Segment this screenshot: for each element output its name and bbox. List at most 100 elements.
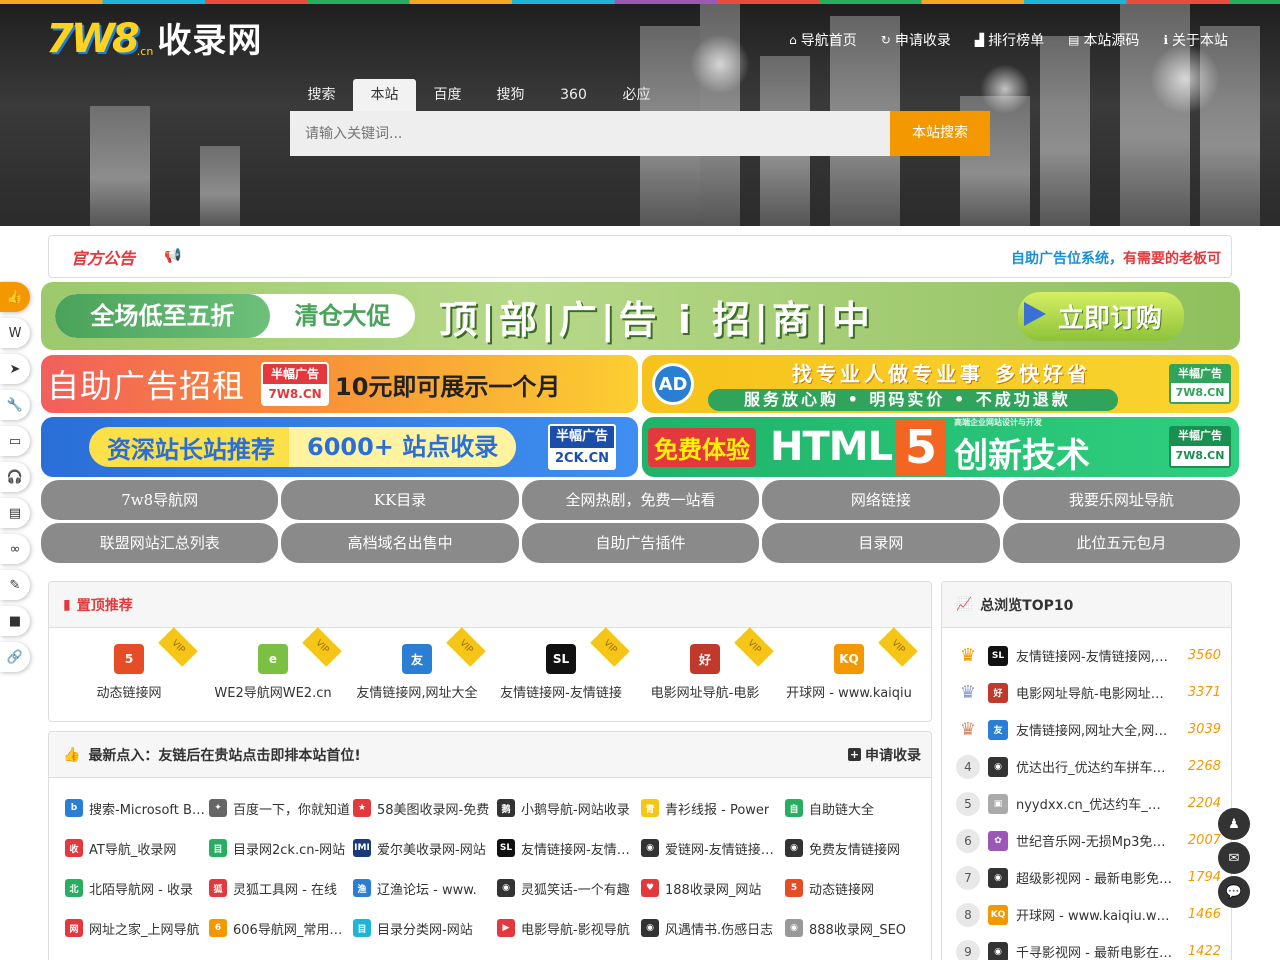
latest-link-item[interactable]: 6 606导航网_常用网址 [209,908,353,948]
nav-item-0[interactable]: ⌂ 导航首页 [789,30,857,50]
nav-item-2[interactable]: ▟ 排行榜单 [975,30,1044,50]
top-ad-cta[interactable]: 立即订购 [1017,291,1184,341]
email-icon[interactable]: ✉ [1218,842,1250,874]
latest-link-name: 青衫线报 - Power [665,802,770,818]
latest-link-item[interactable]: ◉ 灵狐笑话-一个有趣 [497,868,641,908]
link-icon[interactable]: ∞ [0,534,30,564]
book-icon[interactable]: ▤ [0,498,30,528]
send-icon[interactable]: ➤ [0,354,30,384]
latest-link-item[interactable]: 目目录分类网-网站 [353,908,497,948]
search-tab-2[interactable]: 百度 [416,79,479,111]
text-ad-button[interactable]: 全网热剧，免费一站看 [521,480,760,520]
qq-icon[interactable]: ♟ [1218,808,1250,840]
vip-item[interactable]: KQ 开球网 - www.kaiqiu VIP [777,627,921,718]
latest-link-item[interactable]: ◉ 风遇情书.伤感日志 [641,908,785,948]
mid-right-ad[interactable]: AD 找专业人做专业事 多快好省 服务放心购 • 明码实价 • 不成功退款 半幅… [642,355,1239,413]
notice-title: 官方公告 [71,249,136,268]
search-button[interactable]: 本站搜索 [890,111,990,156]
latest-link-item[interactable]: ▶ 电影导航-影视导航 [497,908,641,948]
search-input[interactable] [290,111,890,156]
apply-link[interactable]: + 申请收录 [848,745,921,765]
low-right-ad[interactable]: 免费体验 HTML 5 高端企业网站设计与开发 创新技术 半幅广告 7W8.CN [642,417,1239,477]
vip-item[interactable]: 友友情链接网,网址大全 VIP [345,627,489,718]
latest-link-item[interactable]: ◉ 888收录网_SEO [785,908,929,948]
latest-link-item[interactable]: 自自助链大全 [785,788,929,828]
search-tab-1[interactable]: 本站 [353,79,416,111]
top10-row[interactable]: 6 ✿ 世纪音乐网-无损Mp3免费下载 2007 [942,822,1231,859]
latest-link-item[interactable]: 收 AT导航_收录网 [65,828,209,868]
nav-item-4[interactable]: ℹ 关于本站 [1163,30,1228,50]
latest-link-item[interactable]: SL 友情链接网-友情链接 [497,828,641,868]
search-tab-4[interactable]: 360 [542,79,605,111]
vip-tag-badge: VIP [158,627,198,667]
low-right-ad-tech: 创新技术 [954,436,1091,476]
text-ad-button[interactable]: 自助广告插件 [521,523,760,563]
notice-text[interactable]: 自助广告位系统，有需要的老板可 [1011,248,1221,268]
mid-right-ad-tag-site: 7W8.CN [1171,383,1229,402]
latest-link-item[interactable]: 狐灵狐工具网 - 在线 [209,868,353,908]
vip-item[interactable]: 好电影网址导航-电影 VIP [633,627,777,718]
text-ad-button[interactable]: 网络链接 [762,480,1000,520]
info-icon: ℹ [1163,33,1168,47]
latest-link-item[interactable]: ◉ 免费友情链接网 [785,828,929,868]
search-tab-5[interactable]: 必应 [605,79,668,111]
top10-row[interactable]: 9 ◉ 千寻影视网 - 最新电影在线看 1422 [942,933,1231,960]
latest-link-item[interactable]: ◉ 爱链网-友情链接交换 [641,828,785,868]
vip-item[interactable]: e WE2导航网WE2.cn VIP [201,627,345,718]
nav-item-label: 导航首页 [800,33,857,49]
latest-link-item[interactable]: 鹅小鹅导航-网站收录 [497,788,641,828]
text-ad-button[interactable]: KK目录 [281,480,519,520]
top-ad-banner[interactable]: 全场低至五折 清仓大促 顶|部|广|告 i 招|商|中 立即订购 [41,282,1240,350]
top10-row[interactable]: ♛ 好电影网址导航-电影网址大全 3371 [942,674,1231,711]
latest-link-item[interactable]: 5 动态链接网 [785,868,929,908]
latest-link-name: 灵狐工具网 - 在线 [233,882,337,898]
kq-logo-icon: KQ [834,644,864,674]
top10-row[interactable]: ♛ 友友情链接网,网址大全,网站收录 3039 [942,711,1231,748]
vip-item-name: 电影网址导航-电影 [650,686,760,701]
low-left-ad[interactable]: 资深站长站推荐 6000+ 站点收录 半幅广告 2CK.CN [41,417,638,477]
top10-row[interactable]: 8 KQ 开球网 - www.kaiqiu.wang 1466 [942,896,1231,933]
latest-link-item[interactable]: 青青衫线报 - Power [641,788,785,828]
text-ad-button[interactable]: 高档域名出售中 [281,523,519,563]
top10-row[interactable]: 4 ◉ 优达出行_优达约车拼车平台 2268 [942,748,1231,785]
vip-item[interactable]: SL 友情链接网-友情链接 VIP [489,627,633,718]
text-ad-button[interactable]: 我要乐网址导航 [1002,480,1241,520]
latest-link-item[interactable]: ★ 58美图收录网-免费 [353,788,497,828]
vip-panel: ▮ 置顶推荐 5 动态链接网 VIP e WE2导航网WE2.cn VIP 友友情链接网,网… [48,581,932,722]
thumbs-up-icon[interactable]: 👍 [0,282,30,312]
chain-icon[interactable]: 🔗 [0,642,30,672]
site-favicon-icon: 好 [988,682,1008,703]
latest-link-item[interactable]: 渔辽渔论坛 - www. [353,868,497,908]
nav-item-3[interactable]: ▤ 本站源码 [1068,30,1139,50]
top10-row[interactable]: 7 ◉ 超级影视网 - 最新电影免费看 1794 [942,859,1231,896]
wordpress-icon[interactable]: W [0,318,30,348]
mid-left-ad[interactable]: 自助广告招租 半幅广告 7W8.CN 10元即可展示一个月 [41,355,638,413]
latest-link-item[interactable]: 北北陌导航网 - 收录 [65,868,209,908]
latest-link-item[interactable]: b 搜索-Microsoft Bing [65,788,209,828]
headphones-icon[interactable]: 🎧 [0,462,30,492]
text-ad-button[interactable]: 联盟网站汇总列表 [41,523,279,563]
wrench-icon[interactable]: 🔧 [0,390,30,420]
site-logo[interactable]: 7W8 .cn 收录网 [46,16,262,62]
search-tab-3[interactable]: 搜狗 [479,79,542,111]
drive-icon[interactable]: ▭ [0,426,30,456]
latest-link-item[interactable]: 目目录网2ck.cn-网站 [209,828,353,868]
top10-row[interactable]: ♛ SL 友情链接网-友情链接网,友情链接交换 3560 [942,637,1231,674]
text-ad-button[interactable]: 目录网 [762,523,1000,563]
text-ad-button[interactable]: 此位五元包月 [1002,523,1241,563]
latest-link-item[interactable]: 网网址之家_上网导航 [65,908,209,948]
text-ad-button[interactable]: 7w8导航网 [41,480,279,520]
brush-icon[interactable]: ✎ [0,570,30,600]
vip-item[interactable]: 5 动态链接网 VIP [57,627,201,718]
latest-link-item[interactable]: IMI 爱尔美收录网-网站 [353,828,497,868]
video-icon[interactable]: ■ [0,606,30,636]
latest-link-name: AT导航_收录网 [89,842,177,858]
top10-row[interactable]: 5 ▣ nyydxx.cn_优达约车_拼车出行 2204 [942,785,1231,822]
nav-item-1[interactable]: ↻ 申请收录 [881,30,951,50]
search-tab-0[interactable]: 搜索 [290,79,353,111]
latest-link-item[interactable]: ♥ 188收录网_网站 [641,868,785,908]
wechat-icon[interactable]: 💬 [1218,876,1250,908]
latest-link-item[interactable]: ✦ 百度一下，你就知道 [209,788,353,828]
top-nav: ⌂ 导航首页 ↻ 申请收录 ▟ 排行榜单 ▤ 本站源码 ℹ 关于本站 [789,30,1228,50]
low-left-ad-title: 资深站长站推荐 [107,435,275,464]
